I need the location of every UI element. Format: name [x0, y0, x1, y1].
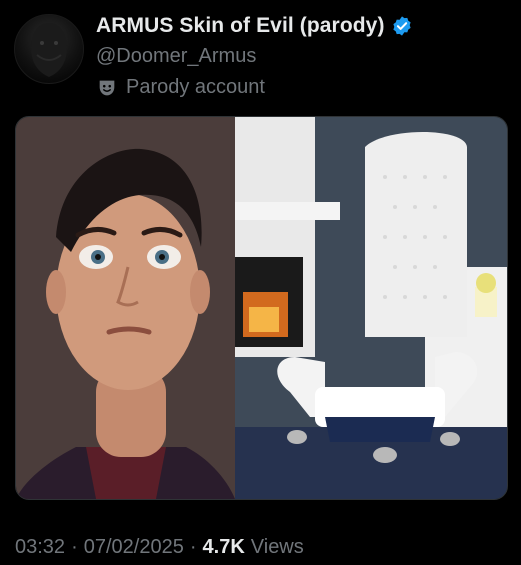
meta-separator: ·: [189, 536, 197, 558]
tweet-time[interactable]: 03:32: [15, 536, 65, 559]
tweet-media[interactable]: [15, 116, 508, 500]
parody-mask-icon: [96, 77, 118, 99]
handle[interactable]: @Doomer_Armus: [96, 45, 256, 68]
meta-separator: ·: [71, 536, 78, 558]
media-image-right[interactable]: [235, 117, 507, 499]
tweet-date[interactable]: 07/02/2025: [84, 536, 184, 559]
display-name[interactable]: ARMUS Skin of Evil (parody): [96, 14, 385, 38]
views-count[interactable]: 4.7K: [203, 536, 245, 559]
avatar[interactable]: [14, 14, 84, 84]
verified-badge-icon: [391, 15, 413, 37]
media-image-left[interactable]: [16, 117, 235, 499]
tweet-meta: 03:32 · 07/02/2025 · 4.7K Views: [15, 536, 304, 559]
parody-label: Parody account: [126, 76, 265, 98]
views-label: Views: [250, 536, 304, 558]
